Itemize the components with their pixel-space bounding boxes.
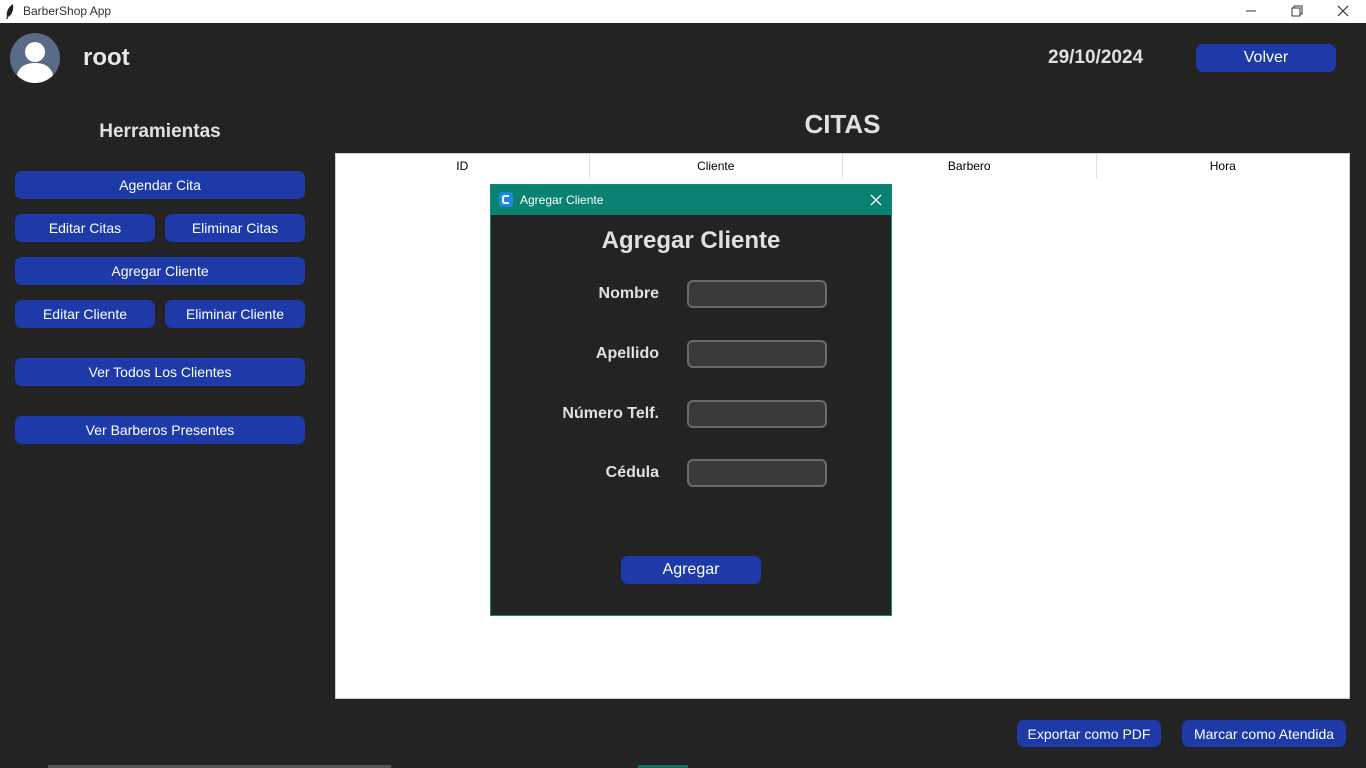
apellido-field[interactable] xyxy=(687,340,827,368)
agregar-cliente-dialog: Agregar Cliente Agregar Cliente Nombre A… xyxy=(490,184,892,616)
table-header: ID Cliente Barbero Hora xyxy=(336,154,1349,178)
column-header-id[interactable]: ID xyxy=(336,154,590,178)
apellido-label: Apellido xyxy=(595,345,659,362)
agendar-cita-button[interactable]: Agendar Cita xyxy=(15,171,305,199)
minimize-button[interactable] xyxy=(1228,0,1274,23)
eliminar-cliente-button[interactable]: Eliminar Cliente xyxy=(165,300,305,328)
dialog-heading: Agregar Cliente xyxy=(601,227,781,254)
avatar xyxy=(10,33,60,83)
restore-button[interactable] xyxy=(1274,0,1320,23)
close-icon xyxy=(1337,5,1349,17)
cedula-field[interactable] xyxy=(687,459,827,487)
close-window-button[interactable] xyxy=(1320,0,1366,23)
telefono-label: Número Telf. xyxy=(562,405,659,422)
page-title: CITAS xyxy=(804,109,881,139)
user-icon xyxy=(16,42,54,83)
editar-cliente-button[interactable]: Editar Cliente xyxy=(15,300,155,328)
column-header-hora[interactable]: Hora xyxy=(1097,154,1350,178)
nombre-field[interactable] xyxy=(687,280,827,308)
ver-barberos-button[interactable]: Ver Barberos Presentes xyxy=(15,416,305,444)
dialog-window-title: Agregar Cliente xyxy=(520,193,604,207)
minimize-icon xyxy=(1246,10,1256,12)
window-title: BarberShop App xyxy=(23,4,112,18)
export-pdf-button[interactable]: Exportar como PDF xyxy=(1017,720,1161,747)
editar-citas-button[interactable]: Editar Citas xyxy=(15,214,155,242)
nombre-label: Nombre xyxy=(598,285,659,302)
agregar-cliente-button[interactable]: Agregar Cliente xyxy=(15,257,305,285)
feather-icon xyxy=(6,4,14,19)
ver-clientes-button[interactable]: Ver Todos Los Clientes xyxy=(15,358,305,386)
username: root xyxy=(83,44,130,71)
column-header-cliente[interactable]: Cliente xyxy=(590,154,843,178)
agregar-submit-button[interactable]: Agregar xyxy=(621,556,761,584)
cedula-label: Cédula xyxy=(605,464,659,481)
app-logo-icon xyxy=(499,192,513,207)
close-icon[interactable] xyxy=(869,193,883,207)
eliminar-citas-button[interactable]: Eliminar Citas xyxy=(165,214,305,242)
restore-icon xyxy=(1291,5,1303,17)
dialog-titlebar[interactable]: Agregar Cliente xyxy=(491,185,891,215)
current-date: 29/10/2024 xyxy=(1048,47,1144,68)
window-titlebar: BarberShop App xyxy=(0,0,1366,23)
column-header-barbero[interactable]: Barbero xyxy=(843,154,1097,178)
telefono-field[interactable] xyxy=(687,400,827,428)
back-button[interactable]: Volver xyxy=(1196,44,1336,72)
mark-attended-button[interactable]: Marcar como Atendida xyxy=(1182,720,1346,747)
sidebar-title: Herramientas xyxy=(99,121,221,142)
